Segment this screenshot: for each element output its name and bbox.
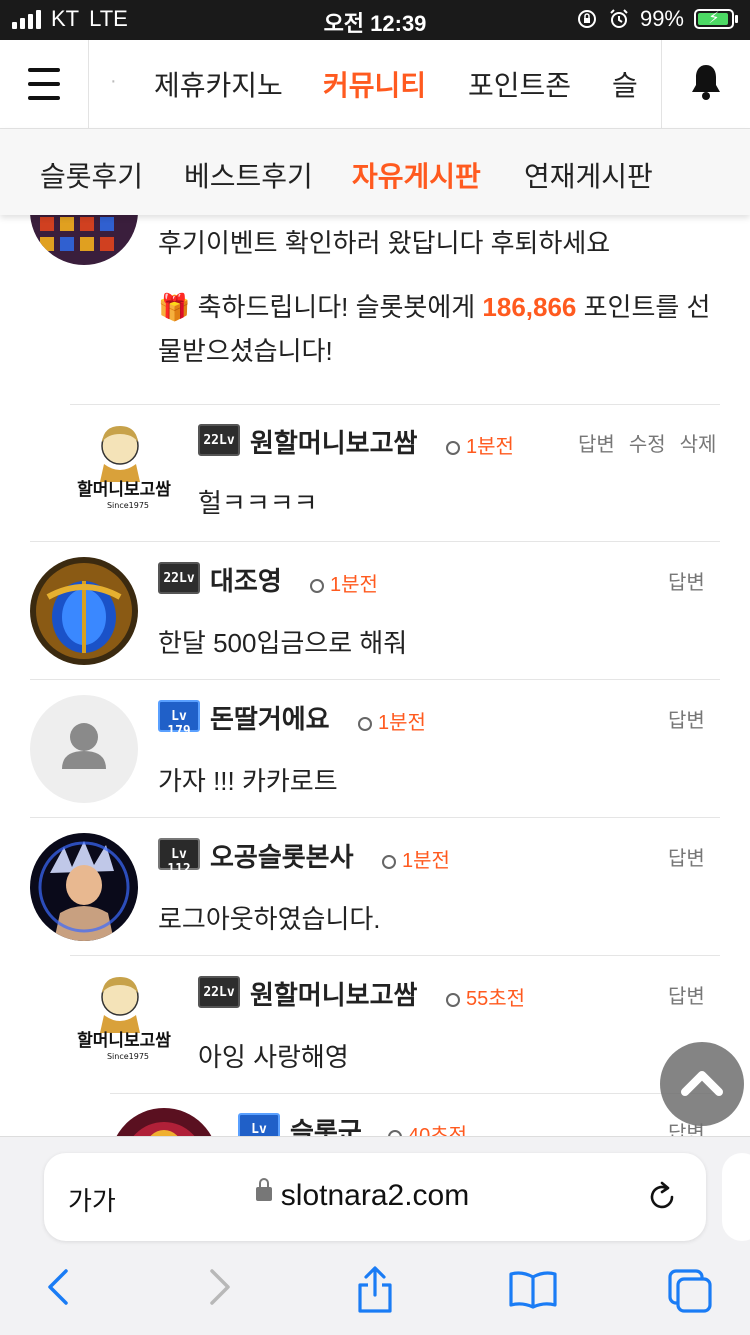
gift-message-line2: 물받으셨습니다! (158, 336, 333, 366)
next-tab-peek[interactable] (722, 1153, 750, 1241)
rotation-lock-icon (577, 10, 596, 28)
status-bar: KT LTE 오전 12:39 99% ⚡ (0, 0, 750, 40)
avatar: 할머니보고쌈 Since1975 (68, 971, 180, 1071)
author-name[interactable]: 원할머니보고쌈 (250, 423, 417, 460)
logo-text: 할머니보고쌈 (77, 1031, 171, 1051)
comment-actions: 답변 수정 삭제 (564, 428, 716, 457)
comment-body: 아잉 사랑해영 (198, 1042, 349, 1072)
avatar: 할머니보고쌈 Since1975 (68, 420, 180, 520)
tab-community[interactable]: 커뮤니티 (323, 64, 426, 104)
comment-time: 1분전 (446, 430, 514, 459)
forward-icon[interactable] (202, 1265, 238, 1309)
logo-text: 할머니보고쌈 (77, 480, 171, 500)
gift-points: 186,866 (482, 292, 577, 322)
tab-partner-casino[interactable]: 제휴카지노 (154, 64, 283, 104)
reply-button[interactable]: 답변 (668, 848, 705, 870)
tab-free-board[interactable]: 자유게시판 (352, 155, 481, 195)
comment-time: 40초전 (388, 1119, 467, 1136)
browser-bar: 가가 slotnara2.com (0, 1136, 750, 1335)
gift-prefix: 축하드립니다! 슬롯봇에게 (197, 292, 483, 322)
divider (30, 541, 720, 542)
gift-icon: 🎁 (158, 292, 191, 322)
clock-icon (358, 717, 372, 731)
reply-button[interactable]: 답변 (668, 986, 705, 1008)
clock-icon (310, 579, 324, 593)
comment-body: 헐ㅋㅋㅋㅋ (198, 488, 318, 518)
divider (30, 679, 720, 680)
tab-slot-review[interactable]: 슬롯후기 (40, 155, 143, 195)
level-badge: Lv (238, 1113, 280, 1136)
notification-button[interactable] (661, 40, 750, 128)
back-icon[interactable] (40, 1265, 76, 1309)
avatar (30, 695, 138, 803)
share-icon[interactable] (354, 1265, 396, 1315)
main-tabs: · 제휴카지노 커뮤니티 포인트존 슬· (110, 40, 640, 128)
bookmarks-icon[interactable] (508, 1269, 558, 1309)
url-text[interactable]: slotnara2.com (44, 1179, 706, 1213)
avatar (110, 1108, 218, 1136)
avatar (30, 833, 138, 941)
default-user-icon (62, 723, 106, 769)
logo-since: Since1975 (107, 1052, 149, 1061)
scroll-top-button[interactable] (660, 1042, 744, 1126)
chevron-up-icon (681, 1071, 723, 1096)
comment-actions: 답변 (668, 566, 705, 595)
level-badge: 22Lv (198, 424, 240, 456)
author-name[interactable]: 오공슬롯본사 (210, 837, 354, 874)
level-badge: Lv 179 (158, 700, 200, 739)
edit-button[interactable]: 수정 (629, 434, 666, 456)
comment-actions: 답변 (668, 842, 705, 871)
tabs-icon[interactable] (666, 1267, 714, 1315)
comment-body: 로그아웃하였습니다. (158, 904, 381, 934)
alarm-icon (610, 9, 628, 28)
level-badge: 22Lv (198, 976, 240, 1008)
clock-icon (446, 441, 460, 455)
avatar (30, 557, 138, 665)
divider (110, 1093, 720, 1094)
comment-body: 가자 !!! 카카로트 (158, 766, 338, 796)
comment-body: 한달 500입금으로 해줘 (158, 628, 408, 658)
delete-button[interactable]: 삭제 (680, 434, 717, 456)
comment-time: 1분전 (310, 568, 378, 597)
address-bar[interactable]: 가가 slotnara2.com (44, 1153, 706, 1241)
author-name[interactable]: 대조영 (210, 561, 282, 598)
menu-button[interactable] (0, 40, 89, 128)
reply-button[interactable]: 답변 (578, 434, 615, 456)
author-name[interactable]: 슬롯군 (290, 1112, 362, 1136)
top-nav: · 제휴카지노 커뮤니티 포인트존 슬· (0, 40, 750, 129)
reload-icon[interactable] (644, 1179, 680, 1215)
comment-actions: 답변 (668, 704, 705, 733)
divider (30, 817, 720, 818)
comment-time: 1분전 (382, 844, 450, 873)
battery-icon: ⚡ (694, 9, 738, 29)
battery-percent: 99% (639, 6, 684, 31)
tab-slot-partial[interactable]: 슬· (612, 64, 640, 104)
avatar (30, 215, 138, 265)
clock-icon (382, 855, 396, 869)
divider (70, 404, 720, 405)
tab-point-zone[interactable]: 포인트존 (468, 64, 571, 104)
comment-time: 55초전 (446, 982, 525, 1011)
level-badge: Lv 112 (158, 838, 200, 877)
level-badge: 22Lv (158, 562, 200, 594)
author-name[interactable]: 돈딸거에요 (210, 699, 330, 736)
divider (70, 955, 720, 956)
comment-actions: 답변 (668, 980, 705, 1009)
gift-message: 🎁 축하드립니다! 슬롯봇에게 186,866 포인트를 선 (158, 287, 710, 324)
logo-since: Since1975 (107, 501, 149, 510)
bell-icon (692, 65, 720, 100)
comment-body: 후기이벤트 확인하러 왔답니다 후퇴하세요 (158, 228, 611, 258)
menu-icon (28, 68, 60, 72)
tab-serial-board[interactable]: 연재게시판 (524, 155, 653, 195)
board-tabs: 슬롯후기 베스트후기 자유게시판 연재게시판 (0, 129, 750, 215)
tab-best-review[interactable]: 베스트후기 (184, 155, 313, 195)
tab-partial-left[interactable]: · (110, 70, 117, 93)
clock-icon (446, 993, 460, 1007)
comment-list: 후기이벤트 확인하러 왔답니다 후퇴하세요 🎁 축하드립니다! 슬롯봇에게 18… (0, 215, 750, 1136)
author-name[interactable]: 원할머니보고쌈 (250, 975, 417, 1012)
gift-suffix: 포인트를 선 (576, 292, 711, 322)
comment-time: 1분전 (358, 706, 426, 735)
reply-button[interactable]: 답변 (668, 572, 705, 594)
reply-button[interactable]: 답변 (668, 710, 705, 732)
